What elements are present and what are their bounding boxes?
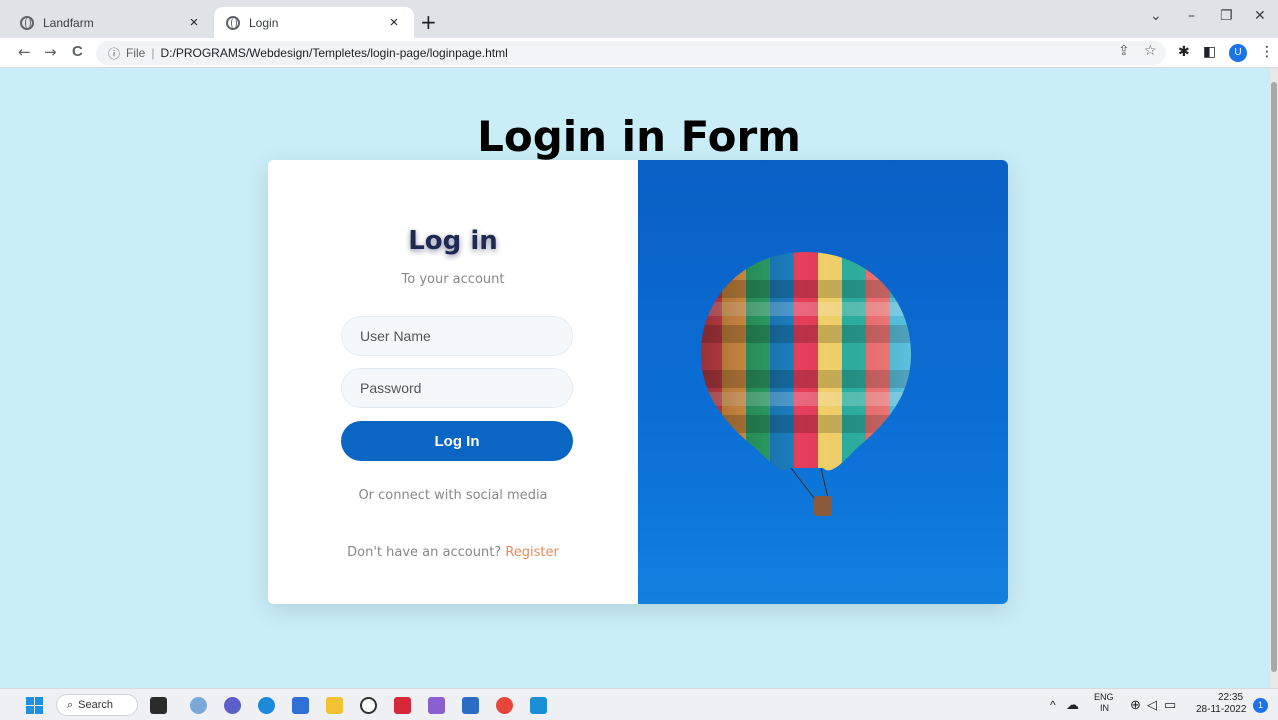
notification-badge[interactable]: 1 bbox=[1253, 698, 1268, 713]
chrome-icon[interactable] bbox=[496, 697, 513, 714]
url-text[interactable]: D:/PROGRAMS/Webdesign/Templetes/login-pa… bbox=[160, 46, 507, 60]
store-icon[interactable] bbox=[292, 697, 309, 714]
tab-title: Landfarm bbox=[43, 15, 94, 30]
cloud-icon[interactable]: ☁ bbox=[1066, 697, 1079, 713]
taskbar-search-label: Search bbox=[78, 699, 114, 711]
extensions-puzzle-icon[interactable]: ✱ bbox=[1178, 44, 1190, 60]
login-card: Log in To your account Log In Or connect… bbox=[268, 160, 1008, 604]
dell-icon[interactable] bbox=[360, 697, 377, 714]
tab-search-icon[interactable]: ⌄ bbox=[1150, 8, 1162, 24]
new-tab-button[interactable]: + bbox=[420, 12, 437, 32]
forward-button[interactable]: → bbox=[44, 43, 57, 61]
page-title: Login in Form bbox=[477, 112, 801, 161]
app-icon[interactable] bbox=[190, 697, 207, 714]
balloon-basket bbox=[814, 496, 832, 516]
balloon-illustration bbox=[700, 252, 912, 516]
login-form-panel: Log in To your account Log In Or connect… bbox=[268, 160, 638, 604]
tab-landfarm[interactable]: Landfarm × bbox=[8, 7, 214, 38]
vscode-icon[interactable] bbox=[530, 697, 547, 714]
login-button[interactable]: Log In bbox=[341, 421, 573, 461]
username-input[interactable] bbox=[341, 316, 573, 356]
login-heading: Log in bbox=[408, 226, 498, 256]
profile-avatar[interactable]: U bbox=[1229, 44, 1247, 62]
edge-browser-icon[interactable] bbox=[258, 697, 275, 714]
visual-studio-icon[interactable] bbox=[428, 697, 445, 714]
clock-time[interactable]: 22:35 bbox=[1218, 692, 1243, 703]
signup-prompt-text: Don't have an account? bbox=[347, 545, 502, 560]
tab-title: Login bbox=[249, 15, 279, 30]
login-subheading: To your account bbox=[401, 272, 505, 287]
page-scrollbar[interactable] bbox=[1270, 68, 1278, 688]
language-indicator[interactable]: ENG bbox=[1094, 692, 1114, 702]
menu-kebab-icon[interactable]: ⋮ bbox=[1260, 44, 1274, 60]
volume-icon[interactable]: ◁ bbox=[1147, 697, 1157, 713]
back-button[interactable]: ← bbox=[18, 43, 31, 61]
social-media-text: Or connect with social media bbox=[358, 488, 548, 503]
reload-button[interactable]: C bbox=[72, 43, 83, 60]
task-view-icon[interactable] bbox=[150, 697, 167, 714]
minimize-button[interactable]: – bbox=[1188, 8, 1195, 24]
restore-button[interactable]: ❐ bbox=[1220, 8, 1233, 24]
tray-chevron-icon[interactable]: ^ bbox=[1050, 698, 1056, 712]
browser-tab-bar: Landfarm × Login × + ⌄ – ❐ ✕ bbox=[0, 0, 1278, 38]
mcafee-icon[interactable] bbox=[394, 697, 411, 714]
globe-icon bbox=[20, 15, 34, 30]
share-icon[interactable]: ⇪ bbox=[1118, 43, 1130, 59]
file-explorer-icon[interactable] bbox=[326, 697, 343, 714]
tab-close-icon[interactable]: × bbox=[186, 14, 202, 31]
tab-login[interactable]: Login × bbox=[214, 7, 414, 38]
battery-icon[interactable]: ▭ bbox=[1164, 697, 1176, 713]
bookmark-star-icon[interactable]: ☆ bbox=[1144, 43, 1157, 59]
clock-date[interactable]: 28-11-2022 bbox=[1196, 704, 1246, 715]
word-icon[interactable] bbox=[462, 697, 479, 714]
taskbar-search[interactable]: ⌕ Search bbox=[56, 694, 138, 716]
close-window-button[interactable]: ✕ bbox=[1254, 8, 1266, 24]
signup-prompt: Don't have an account? Register bbox=[268, 545, 638, 560]
tab-close-icon[interactable]: × bbox=[386, 14, 402, 31]
register-link[interactable]: Register bbox=[505, 545, 559, 560]
url-separator: | bbox=[151, 46, 155, 60]
side-panel-icon[interactable]: ◧ bbox=[1203, 44, 1216, 60]
scrollbar-thumb[interactable] bbox=[1271, 82, 1277, 672]
network-icon[interactable]: ⊕ bbox=[1130, 697, 1141, 713]
windows-taskbar: ⌕ Search ^ ☁ ENG IN ⊕ ◁ ▭ 22:35 28-11-20… bbox=[0, 688, 1278, 720]
browser-toolbar: ← → C ⓘ File | D:/PROGRAMS/Webdesign/Tem… bbox=[0, 38, 1278, 68]
info-icon[interactable]: ⓘ bbox=[108, 45, 120, 62]
chat-icon[interactable] bbox=[224, 697, 241, 714]
region-indicator[interactable]: IN bbox=[1100, 703, 1109, 713]
hot-air-balloon-image bbox=[638, 160, 1008, 604]
globe-icon bbox=[226, 15, 240, 30]
windows-start-icon[interactable] bbox=[26, 697, 43, 714]
password-input[interactable] bbox=[341, 368, 573, 408]
url-scheme: File bbox=[126, 46, 146, 60]
search-icon: ⌕ bbox=[67, 698, 74, 711]
address-bar[interactable]: ⓘ File | D:/PROGRAMS/Webdesign/Templetes… bbox=[96, 41, 1166, 65]
